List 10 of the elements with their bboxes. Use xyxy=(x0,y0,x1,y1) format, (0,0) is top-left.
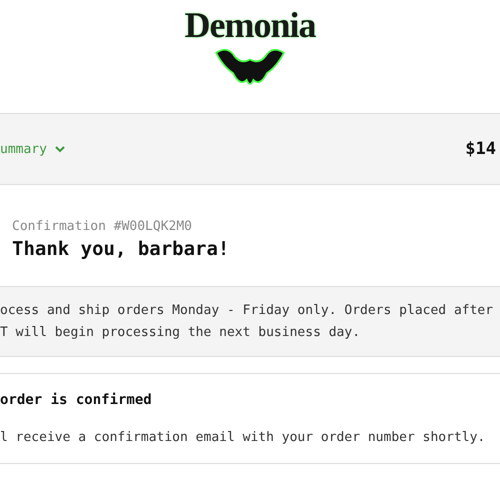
status-text: l receive a confirmation email with your order number shortly. xyxy=(0,430,486,445)
order-total: $14 xyxy=(465,139,496,159)
chevron-down-icon xyxy=(54,146,65,152)
notice-text: T will begin processing the next business day. xyxy=(0,325,362,340)
notice-text: ocess and ship orders Monday - Friday only. Orders placed after xyxy=(0,303,494,318)
thank-you-heading: Thank you, barbara! xyxy=(12,238,230,260)
logo-text: Demonia xyxy=(184,4,316,46)
summary-toggle[interactable]: ummary xyxy=(0,142,65,156)
confirmation-number: Confirmation #W00LQK2M0 xyxy=(12,219,194,234)
status-title: order is confirmed xyxy=(0,392,153,408)
